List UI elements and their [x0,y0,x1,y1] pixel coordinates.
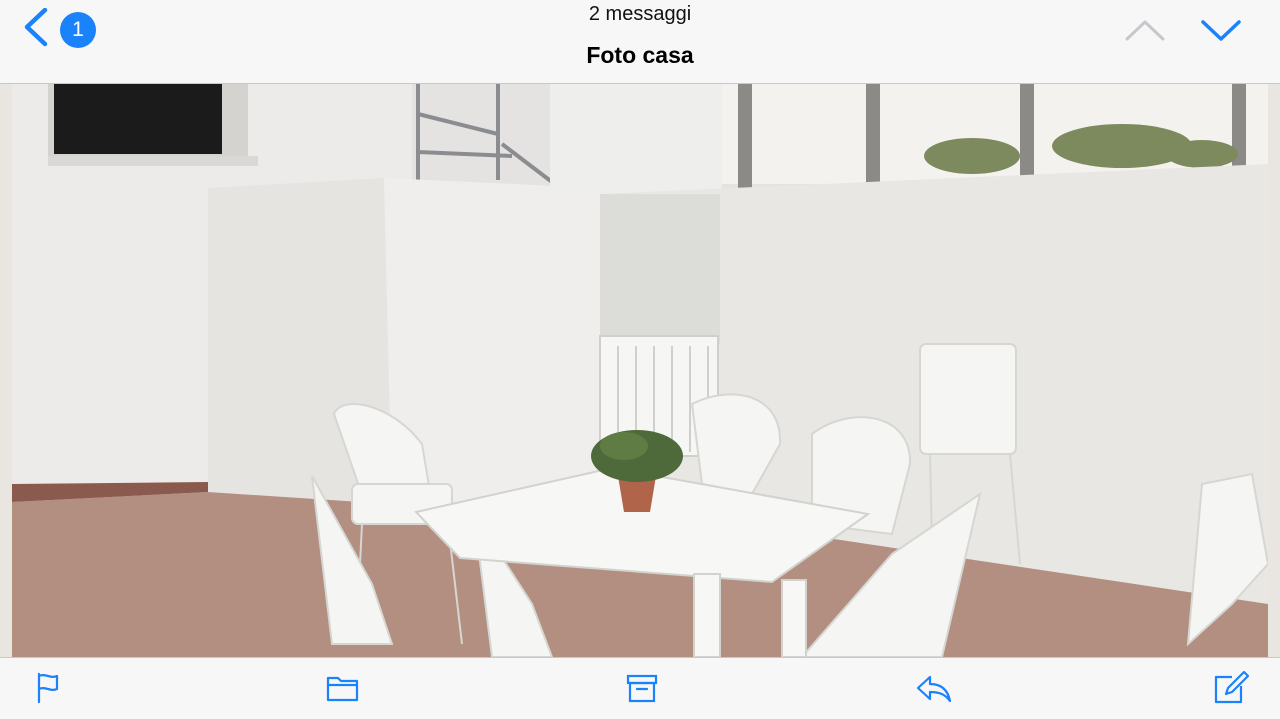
window-sill [48,156,258,166]
bottom-toolbar [0,657,1280,719]
archive-icon [626,674,658,703]
previous-message-button[interactable] [1124,14,1166,48]
compose-button[interactable] [1212,670,1250,706]
next-message-button[interactable] [1200,14,1242,48]
window-glass [54,84,222,154]
chevron-down-icon [1201,20,1241,41]
archive-button[interactable] [624,670,660,706]
message-count: 2 messaggi [588,3,692,25]
reply-button[interactable] [914,670,952,706]
reply-icon [916,675,952,703]
flag-icon [37,672,59,704]
folder-icon [326,676,359,702]
attached-photo[interactable] [12,84,1268,657]
thread-subject: Foto casa [586,42,694,68]
compose-icon [1214,670,1250,704]
navigation-bar: 1 2 messaggi Foto casa [0,0,1280,84]
message-content[interactable] [0,84,1280,657]
flag-button[interactable] [32,670,68,706]
upper-building [550,84,722,194]
wall-shadow [600,194,720,344]
move-to-folder-button[interactable] [325,670,361,706]
chevron-up-icon [1125,20,1165,41]
